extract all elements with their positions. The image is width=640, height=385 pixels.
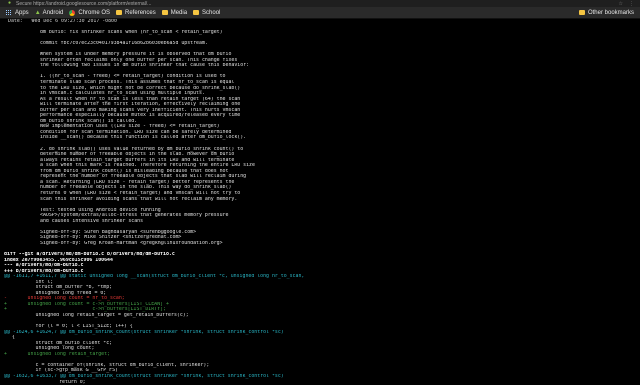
diff-header: diff --git a/drivers/md/dm-bufio.c b/dri… <box>0 252 640 274</box>
commit-message: dm bufio: fix shrinker scans when (nr_to… <box>0 30 640 246</box>
bookmark-label: Media <box>170 9 188 16</box>
bookmark-media[interactable]: Media <box>161 9 188 16</box>
folder-icon <box>578 10 585 15</box>
bookmark-label: School <box>202 9 221 16</box>
android-icon: ▲ <box>34 9 41 16</box>
bookmark-android[interactable]: ▲ Android <box>35 10 64 16</box>
extensions-area: ☆ ⋮ <box>619 1 640 7</box>
other-bookmarks-label: Other bookmarks <box>587 9 634 16</box>
lock-icon: ● <box>8 0 12 6</box>
hunk-body: { struct dm_bufio_client *c; unsigned lo… <box>0 335 640 374</box>
bookmark-chrome-os[interactable]: Chrome OS <box>69 9 111 16</box>
folder-icon <box>161 10 168 15</box>
menu-icon[interactable]: ⋮ <box>629 1 634 7</box>
star-icon[interactable]: ☆ <box>619 1 623 7</box>
bookmark-label: Android <box>42 9 64 16</box>
folder-icon <box>69 9 76 16</box>
bookmarks-bar: Apps ▲ Android Chrome OS References Medi… <box>0 7 640 19</box>
bookmark-label: Chrome OS <box>78 9 111 16</box>
bookmark-references[interactable]: References <box>116 10 156 16</box>
other-bookmarks[interactable]: Other bookmarks <box>578 9 634 16</box>
bookmark-school[interactable]: School <box>193 10 220 16</box>
diff-context-line: return 0; <box>12 379 86 385</box>
bookmark-label: Apps <box>15 9 29 16</box>
address-bar[interactable]: ● Secure https://android.googlesource.co… <box>0 0 640 7</box>
hunk-body: return 0; <box>0 380 640 385</box>
terminal-view: Date: Wed Dec 6 09:27:30 2017 -0800 dm b… <box>0 19 640 384</box>
folder-icon <box>116 10 123 15</box>
hunk-body: int l; struct dm_buffer *b, *tmp; unsign… <box>0 280 640 330</box>
bookmark-label: References <box>125 9 156 16</box>
url-text[interactable]: Secure https://android.googlesource.com/… <box>16 1 151 7</box>
apps-icon <box>6 9 12 16</box>
folder-icon <box>193 10 200 15</box>
bookmark-apps[interactable]: Apps <box>6 9 29 16</box>
